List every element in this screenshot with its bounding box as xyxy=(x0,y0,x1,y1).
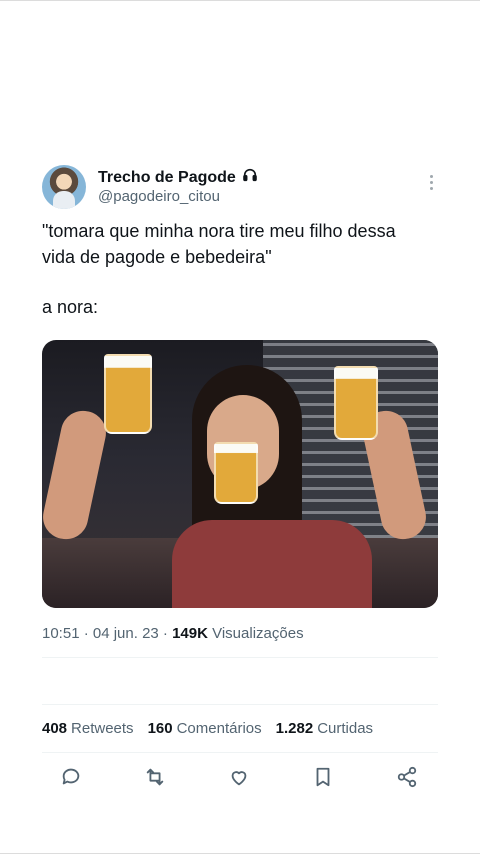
divider xyxy=(42,657,438,658)
headphones-icon xyxy=(242,167,258,188)
bookmark-icon[interactable] xyxy=(312,766,336,790)
tweet-header: Trecho de Pagode @pagodeiro_citou xyxy=(42,165,442,211)
share-icon[interactable] xyxy=(396,766,420,790)
views-count: 149K xyxy=(172,625,208,642)
more-options-icon[interactable] xyxy=(430,175,434,193)
comments-stat[interactable]: 160 Comentários xyxy=(148,720,262,737)
tweet-meta: 10:51 · 04 jun. 23 · 149K Visualizações xyxy=(42,625,304,642)
divider xyxy=(42,704,438,705)
tweet-line: vida de pagode e bebedeira" xyxy=(42,247,272,267)
timestamp[interactable]: 10:51 · 04 jun. 23 · xyxy=(42,625,172,642)
retweet-icon[interactable] xyxy=(144,766,168,790)
divider xyxy=(42,752,438,753)
avatar[interactable] xyxy=(42,165,86,209)
tweet-text: "tomara que minha nora tire meu filho de… xyxy=(42,218,452,320)
display-name[interactable]: Trecho de Pagode xyxy=(98,169,236,187)
retweets-stat[interactable]: 408 Retweets xyxy=(42,720,134,737)
action-bar xyxy=(42,766,438,790)
reply-icon[interactable] xyxy=(60,766,84,790)
tweet-line: a nora: xyxy=(42,297,99,317)
handle[interactable]: @pagodeiro_citou xyxy=(98,188,220,205)
tweet-line: "tomara que minha nora tire meu filho de… xyxy=(42,221,396,241)
name-row: Trecho de Pagode xyxy=(98,167,258,188)
top-divider xyxy=(0,0,480,1)
engagement-stats: 408 Retweets 160 Comentários 1.282 Curtidas xyxy=(42,720,373,737)
likes-stat[interactable]: 1.282 Curtidas xyxy=(276,720,373,737)
views-label: Visualizações xyxy=(207,625,304,642)
like-icon[interactable] xyxy=(228,766,252,790)
tweet-photo[interactable] xyxy=(42,340,438,608)
